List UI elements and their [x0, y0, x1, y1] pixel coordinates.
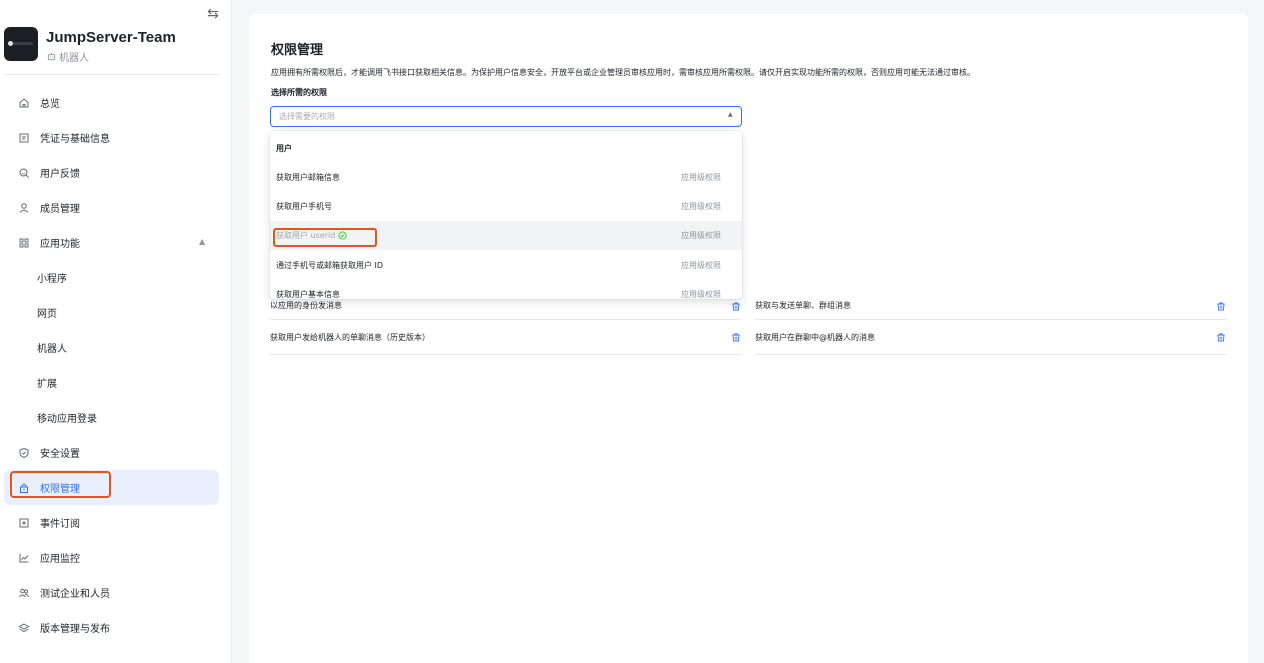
option-level: 应用级权限	[681, 202, 721, 211]
sidebar-divider	[4, 74, 220, 75]
sidebar-item-label: 版本管理与发布	[40, 624, 110, 635]
sidebar-item-label: 网页	[37, 309, 57, 320]
chevron-up-icon: ▲	[199, 237, 206, 246]
permission-name: 获取用户在群聊中@机器人的消息	[755, 332, 875, 342]
option-label: 获取用户邮箱信息	[276, 173, 340, 182]
sidebar-item-label: 机器人	[37, 344, 67, 355]
permission-select[interactable]: ▲	[270, 106, 742, 127]
delete-trash-icon[interactable]	[731, 301, 741, 311]
option-level: 应用级权限	[681, 231, 721, 240]
app-name: JumpServer-Team	[46, 29, 176, 46]
sidebar-item-label: 成员管理	[40, 204, 80, 215]
sidebar-item-web[interactable]: 网页	[0, 295, 232, 330]
permission-name: 获取与发送单聊、群组消息	[755, 300, 851, 310]
feedback-icon	[18, 167, 30, 179]
sidebar-item-label: 凭证与基础信息	[40, 134, 110, 145]
check-circle-icon	[338, 231, 347, 240]
dropdown-group-title: 用户	[276, 144, 292, 153]
sidebar-item-overview[interactable]: 总览	[0, 85, 232, 120]
sidebar-item-extension[interactable]: 扩展	[0, 365, 232, 400]
sidebar-item-mini-program[interactable]: 小程序	[0, 260, 232, 295]
permission-dropdown: 用户 获取用户邮箱信息 应用级权限 获取用户手机号 应用级权限 获取用户 use…	[270, 131, 742, 299]
sidebar-item-members[interactable]: 成员管理	[0, 190, 232, 225]
sidebar-item-monitoring[interactable]: 应用监控	[0, 540, 232, 575]
page-description: 应用拥有所需权限后，才能调用飞书接口获取相关信息。为保护用户信息安全，开放平台或…	[271, 68, 975, 77]
sidebar-item-label: 应用功能	[40, 239, 80, 250]
permission-name: 以应用的身份发消息	[270, 300, 342, 310]
option-level: 应用级权限	[681, 173, 721, 182]
sidebar-item-permissions[interactable]: 权限管理	[4, 470, 219, 505]
shield-icon	[18, 447, 30, 459]
delete-trash-icon[interactable]	[1216, 301, 1226, 311]
dropdown-option-selected[interactable]: 获取用户 userid 应用级权限	[270, 221, 742, 250]
home-icon	[18, 97, 30, 109]
app-logo	[4, 27, 38, 61]
sidebar-item-feedback[interactable]: 用户反馈	[0, 155, 232, 190]
grid-icon	[18, 237, 30, 249]
collapse-sidebar-icon[interactable]: ⇆	[204, 6, 222, 22]
event-icon	[18, 517, 30, 529]
sidebar: ⇆ JumpServer-Team 机器人 总览 凭证与基础信息 用户反馈 成员…	[0, 0, 232, 663]
sidebar-item-label: 小程序	[37, 274, 67, 285]
option-label: 通过手机号或邮箱获取用户 ID	[276, 261, 384, 270]
sidebar-item-events[interactable]: 事件订阅	[0, 505, 232, 540]
permission-row: 获取与发送单聊、群组消息	[755, 285, 1227, 320]
chevron-up-icon[interactable]: ▲	[728, 111, 733, 118]
sidebar-item-mobile-login[interactable]: 移动应用登录	[0, 400, 232, 435]
sidebar-item-label: 事件订阅	[40, 519, 80, 530]
app-type-label: 机器人	[59, 53, 89, 64]
option-label: 获取用户基本信息	[276, 290, 340, 299]
credential-icon	[18, 132, 30, 144]
lock-icon	[18, 482, 30, 494]
permission-row: 获取用户发给机器人的单聊消息（历史版本）	[270, 320, 742, 355]
option-label: 获取用户手机号	[276, 202, 332, 211]
sidebar-item-label: 用户反馈	[40, 169, 80, 180]
dropdown-option[interactable]: 获取用户手机号 应用级权限	[270, 192, 742, 221]
dropdown-option[interactable]: 通过手机号或邮箱获取用户 ID 应用级权限	[270, 251, 742, 280]
sidebar-item-bot[interactable]: 机器人	[0, 330, 232, 365]
user-icon	[18, 202, 30, 214]
sidebar-item-credentials[interactable]: 凭证与基础信息	[0, 120, 232, 155]
robot-icon	[47, 52, 56, 61]
sidebar-item-app-features[interactable]: 应用功能 ▲	[0, 225, 232, 260]
people-icon	[18, 587, 30, 599]
sidebar-item-label: 应用监控	[40, 554, 80, 565]
sidebar-item-label: 权限管理	[40, 484, 80, 495]
delete-trash-icon[interactable]	[1216, 332, 1226, 342]
sidebar-item-versions[interactable]: 版本管理与发布	[0, 610, 232, 645]
sidebar-item-label: 扩展	[37, 379, 57, 390]
permission-name: 获取用户发给机器人的单聊消息（历史版本）	[270, 332, 430, 342]
sidebar-item-label: 移动应用登录	[37, 414, 97, 425]
select-permission-label: 选择所需的权限	[271, 88, 327, 97]
delete-trash-icon[interactable]	[731, 332, 741, 342]
dropdown-option[interactable]: 获取用户基本信息 应用级权限	[270, 280, 742, 299]
page-title: 权限管理	[271, 43, 324, 58]
permission-row: 获取用户在群聊中@机器人的消息	[755, 320, 1227, 355]
option-level: 应用级权限	[681, 290, 721, 299]
sidebar-item-label: 安全设置	[40, 449, 80, 460]
permission-search-input[interactable]	[279, 109, 699, 124]
chart-icon	[18, 552, 30, 564]
sidebar-item-label: 测试企业和人员	[40, 589, 110, 600]
dropdown-option[interactable]: 获取用户邮箱信息 应用级权限	[270, 163, 742, 192]
layers-icon	[18, 622, 30, 634]
option-label: 获取用户 userid	[276, 231, 336, 240]
app-header: JumpServer-Team 机器人	[4, 27, 220, 71]
sidebar-item-security[interactable]: 安全设置	[0, 435, 232, 470]
sidebar-menu: 总览 凭证与基础信息 用户反馈 成员管理 应用功能 ▲ 小程序 网页 机器人 扩…	[0, 85, 232, 645]
option-level: 应用级权限	[681, 261, 721, 270]
app-type: 机器人	[47, 49, 89, 64]
sidebar-item-label: 总览	[40, 99, 60, 110]
sidebar-item-test-enterprise[interactable]: 测试企业和人员	[0, 575, 232, 610]
